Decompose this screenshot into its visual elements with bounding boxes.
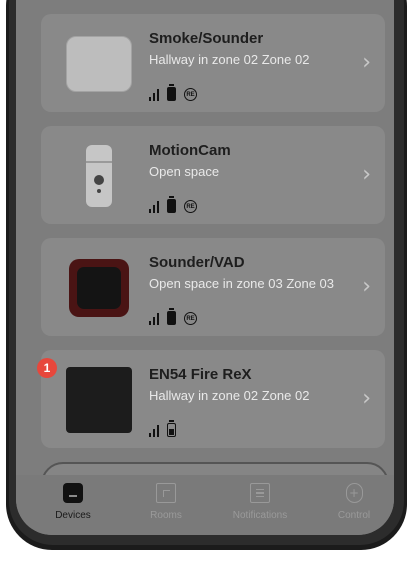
chevron-right-icon: › xyxy=(362,162,371,187)
bottom-tab-bar: Devices Rooms Notifications + Control xyxy=(16,475,394,535)
tab-rooms[interactable]: Rooms xyxy=(126,483,206,521)
chevron-right-icon: › xyxy=(362,274,371,299)
motioncam-image xyxy=(63,140,135,212)
battery-full-icon xyxy=(167,308,176,325)
device-name: MotionCam xyxy=(149,142,231,159)
battery-partial-icon xyxy=(167,420,176,437)
device-card-en54-fire-rex[interactable]: EN54 Fire ReX Hallway in zone 02 Zone 02… xyxy=(41,350,385,448)
chevron-right-icon: › xyxy=(362,386,371,411)
re-icon: RE xyxy=(184,312,197,325)
tab-notifications[interactable]: Notifications xyxy=(220,483,300,521)
notifications-icon xyxy=(250,483,270,503)
devices-icon xyxy=(63,483,83,503)
device-status-icons xyxy=(149,419,176,437)
smoke-sounder-image xyxy=(63,28,135,100)
device-location: Open space xyxy=(149,164,220,179)
tab-label: Devices xyxy=(55,510,91,521)
tab-label: Control xyxy=(337,510,371,521)
device-location: Hallway in zone 02 Zone 02 xyxy=(149,52,310,67)
device-name: Smoke/Sounder xyxy=(149,30,264,47)
device-card-sounder-vad[interactable]: Sounder/VAD Open space in zone 03 Zone 0… xyxy=(41,238,385,336)
device-status-icons: RE xyxy=(149,83,197,101)
device-card-motioncam[interactable]: MotionCam Open space RE › xyxy=(41,126,385,224)
re-icon: RE xyxy=(184,88,197,101)
battery-full-icon xyxy=(167,84,176,101)
signal-strength-icon xyxy=(149,423,159,437)
re-icon: RE xyxy=(184,200,197,213)
battery-full-icon xyxy=(167,196,176,213)
fire-rex-image xyxy=(63,364,135,436)
sounder-vad-image xyxy=(63,252,135,324)
tab-label: Rooms xyxy=(150,510,182,521)
signal-strength-icon xyxy=(149,311,159,325)
device-status-icons: RE xyxy=(149,307,197,325)
alert-badge: 1 xyxy=(37,358,57,378)
signal-strength-icon xyxy=(149,199,159,213)
tab-label: Notifications xyxy=(232,510,288,521)
app-screen: Smoke/Sounder Hallway in zone 02 Zone 02… xyxy=(16,0,394,535)
device-name: EN54 Fire ReX xyxy=(149,366,252,383)
control-icon: + xyxy=(345,483,363,503)
signal-strength-icon xyxy=(149,87,159,101)
rooms-icon xyxy=(156,483,176,503)
tab-devices[interactable]: Devices xyxy=(33,483,113,521)
device-location: Open space in zone 03 Zone 03 xyxy=(149,276,335,291)
device-status-icons: RE xyxy=(149,195,197,213)
device-name: Sounder/VAD xyxy=(149,254,245,271)
device-location: Hallway in zone 02 Zone 02 xyxy=(149,388,310,403)
tab-control[interactable]: + Control xyxy=(314,483,394,521)
chevron-right-icon: › xyxy=(362,50,371,75)
device-card-smoke-sounder[interactable]: Smoke/Sounder Hallway in zone 02 Zone 02… xyxy=(41,14,385,112)
